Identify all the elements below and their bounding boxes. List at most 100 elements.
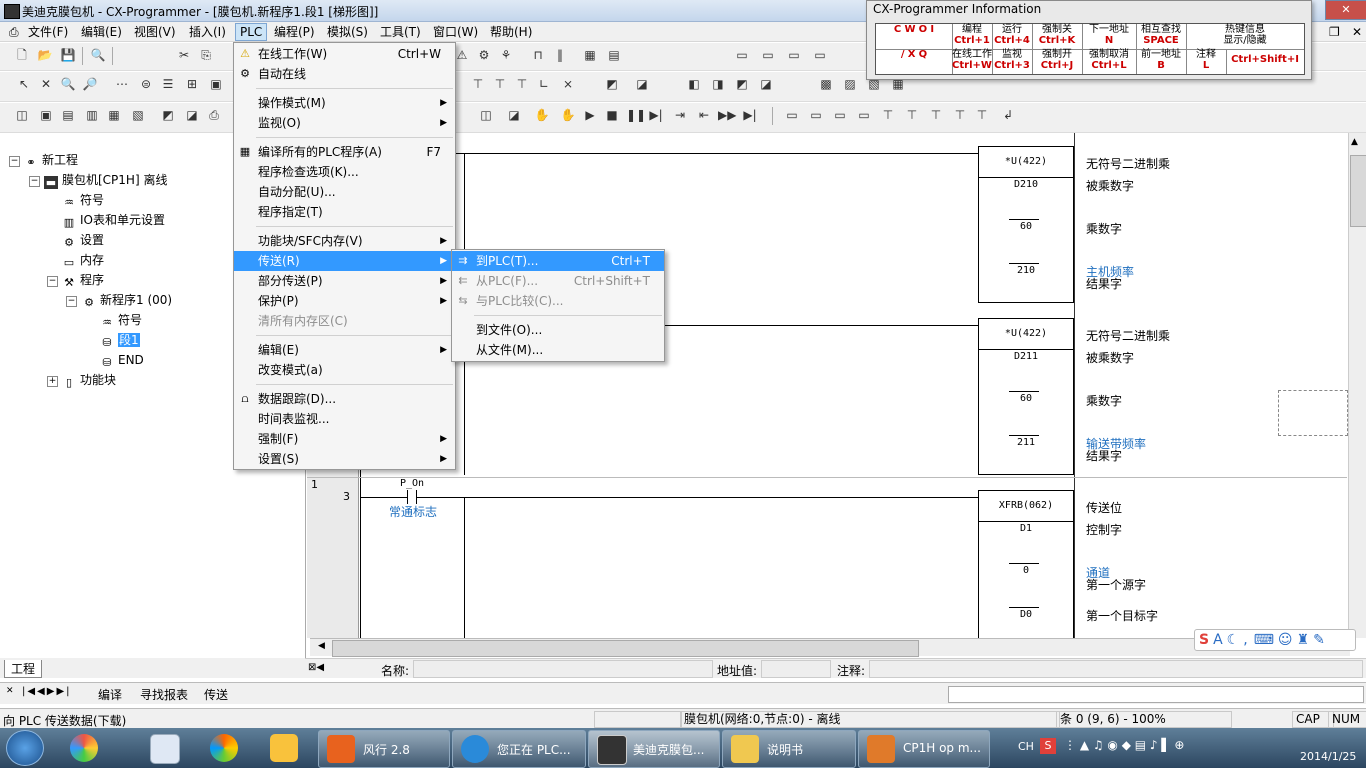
bp-icon-a[interactable]: ▭: [784, 108, 800, 123]
instruction-block-xfrb[interactable]: XFRB(062) D1 0 D0: [978, 490, 1074, 641]
project-window-icon[interactable]: ◫: [14, 108, 30, 123]
collapse-toggle[interactable]: −: [9, 156, 20, 167]
scroll-left-icon[interactable]: ◀: [318, 641, 325, 651]
zoom-icon[interactable]: 🔍: [60, 77, 76, 92]
name-field[interactable]: [413, 660, 713, 678]
delete-line-icon[interactable]: ⨯: [560, 77, 576, 92]
moon-icon[interactable]: ☾: [1227, 632, 1240, 648]
menu-view[interactable]: 视图(V): [130, 24, 180, 40]
open-file-icon[interactable]: 📂: [37, 48, 53, 63]
menu-window[interactable]: 窗口(W): [429, 24, 482, 40]
zoom-out-icon[interactable]: 🔎: [82, 77, 98, 92]
info-window[interactable]: CX-Programmer Information C W O I 编程 Ctrl…: [866, 0, 1312, 80]
tree-program-1[interactable]: ⚙ 新程序1 (00): [82, 291, 172, 309]
grid-icon[interactable]: ⋯: [114, 77, 130, 92]
tree-memory[interactable]: ▭ 内存: [62, 251, 104, 269]
run-mode-icon[interactable]: ⊓: [530, 48, 546, 63]
tab-project[interactable]: 工程: [4, 660, 43, 678]
menu-item-change-mode[interactable]: 改变模式(a): [234, 360, 455, 380]
taskbar-app-pdf[interactable]: CP1H op m...: [858, 730, 990, 768]
new-file-icon[interactable]: 🗋: [14, 48, 30, 63]
collapse-toggle[interactable]: −: [66, 296, 77, 307]
mdi-restore-button[interactable]: ❐: [1325, 24, 1344, 40]
pinned-app-1[interactable]: [62, 731, 106, 765]
tool-icon-k[interactable]: ◩: [734, 77, 750, 92]
tool-icon-l[interactable]: ◪: [758, 77, 774, 92]
pinned-app-4[interactable]: [262, 731, 306, 765]
ime-tray-icon[interactable]: S: [1040, 738, 1056, 754]
menu-program[interactable]: 编程(P): [270, 24, 319, 40]
menu-tools[interactable]: 工具(T): [376, 24, 425, 40]
save-icon[interactable]: 💾: [60, 48, 76, 63]
menu-item-online[interactable]: ⚠ 在线工作(W) Ctrl+W: [234, 44, 455, 64]
step2-icon[interactable]: ⇥: [672, 108, 688, 123]
menu-item-from-file[interactable]: 从文件(M)...: [452, 340, 664, 360]
menu-item-edit[interactable]: 编辑(E) ▶: [234, 340, 455, 360]
sim-icon-c[interactable]: ✋: [534, 108, 550, 123]
tree-program-symbols[interactable]: ♒ 符号: [100, 311, 142, 329]
view-icon-e[interactable]: ▧: [130, 108, 146, 123]
tool-icon-m[interactable]: ▩: [818, 77, 834, 92]
tool-icon-e[interactable]: ▭: [786, 48, 802, 63]
punct-icon[interactable]: ,: [1243, 632, 1247, 648]
menu-item-program-assign[interactable]: 程序指定(T): [234, 202, 455, 222]
menu-item-auto-online[interactable]: ⚙ 自动在线: [234, 64, 455, 84]
tree-io-table[interactable]: ▥ IO表和单元设置: [62, 211, 165, 229]
tool-icon-c[interactable]: ▭: [734, 48, 750, 63]
tree-programs[interactable]: ⚒ 程序: [62, 271, 104, 289]
menu-item-compile-all[interactable]: ▦ 编译所有的PLC程序(A) F7: [234, 142, 455, 162]
menu-item-check-options[interactable]: 程序检查选项(K)...: [234, 162, 455, 182]
tool-icon-f[interactable]: ▭: [812, 48, 828, 63]
menu-item-to-plc[interactable]: ⇉ 到PLC(T)... Ctrl+T: [452, 251, 664, 271]
collapse-toggle[interactable]: −: [29, 176, 40, 187]
tree-section-1[interactable]: ⛁ 段1: [100, 331, 140, 349]
language-indicator[interactable]: CH: [1018, 740, 1034, 753]
tool-icon-n[interactable]: ▨: [842, 77, 858, 92]
tab-find-report[interactable]: 寻找报表: [140, 686, 188, 703]
stop-icon[interactable]: ■: [604, 108, 620, 123]
menu-help[interactable]: 帮助(H): [486, 24, 536, 40]
coil-icon[interactable]: ⊤: [470, 77, 486, 92]
menu-item-setup[interactable]: 设置(S) ▶: [234, 449, 455, 469]
cut-icon[interactable]: ✂: [176, 48, 192, 63]
keyboard-icon[interactable]: ⌨: [1254, 632, 1274, 648]
bp-icon-i[interactable]: ⊤: [974, 108, 990, 123]
collapse-toggle[interactable]: −: [47, 276, 58, 287]
coil2-icon[interactable]: ⊤: [492, 77, 508, 92]
view-icon-g[interactable]: ◪: [184, 108, 200, 123]
tool-icon-h[interactable]: ◪: [634, 77, 650, 92]
step-icon[interactable]: ▶|: [648, 108, 664, 123]
ladder-icon[interactable]: ⊞: [184, 77, 200, 92]
scroll-thumb[interactable]: [332, 640, 919, 657]
pause2-icon[interactable]: ❚❚: [626, 108, 646, 123]
ime-mode-icon[interactable]: A: [1213, 632, 1223, 648]
print-preview-icon[interactable]: 🔍: [90, 48, 106, 63]
view-icon-h[interactable]: ⎙: [206, 108, 222, 123]
menu-item-force[interactable]: 强制(F) ▶: [234, 429, 455, 449]
monitor-icon[interactable]: ⚘: [498, 48, 514, 63]
view-icon-b[interactable]: ▤: [60, 108, 76, 123]
close-button[interactable]: ✕: [1325, 0, 1366, 20]
menu-item-monitor[interactable]: 监视(O) ▶: [234, 113, 455, 133]
menu-item-operating-mode[interactable]: 操作模式(M) ▶: [234, 93, 455, 113]
view-icon-f[interactable]: ◩: [160, 108, 176, 123]
tool-icon-a[interactable]: ▦: [582, 48, 598, 63]
taskbar-app-cx-programmer[interactable]: 美迪克膜包...: [588, 730, 720, 768]
bp-icon-d[interactable]: ▭: [856, 108, 872, 123]
start-button[interactable]: [6, 730, 44, 766]
menu-item-fb-sfc-memory[interactable]: 功能块/SFC内存(V) ▶: [234, 231, 455, 251]
tree-symbols[interactable]: ♒ 符号: [62, 191, 104, 209]
bp-icon-f[interactable]: ⊤: [904, 108, 920, 123]
sim-icon-d[interactable]: ✋: [560, 108, 576, 123]
taskbar-app-fengxing[interactable]: 风行 2.8: [318, 730, 450, 768]
bp-icon-j[interactable]: ↲: [1000, 108, 1016, 123]
symbol-icon[interactable]: ⊜: [138, 77, 154, 92]
find-icon[interactable]: ✕: [38, 77, 54, 92]
comment-field[interactable]: [869, 660, 1363, 678]
menu-file[interactable]: 文件(F): [24, 24, 72, 40]
skip-icon[interactable]: ▶|: [742, 108, 758, 123]
bp-icon-e[interactable]: ⊤: [880, 108, 896, 123]
tab-compile[interactable]: 编译: [98, 686, 122, 703]
wrench-icon[interactable]: ✎: [1313, 632, 1325, 648]
tool-icon-i[interactable]: ◧: [686, 77, 702, 92]
